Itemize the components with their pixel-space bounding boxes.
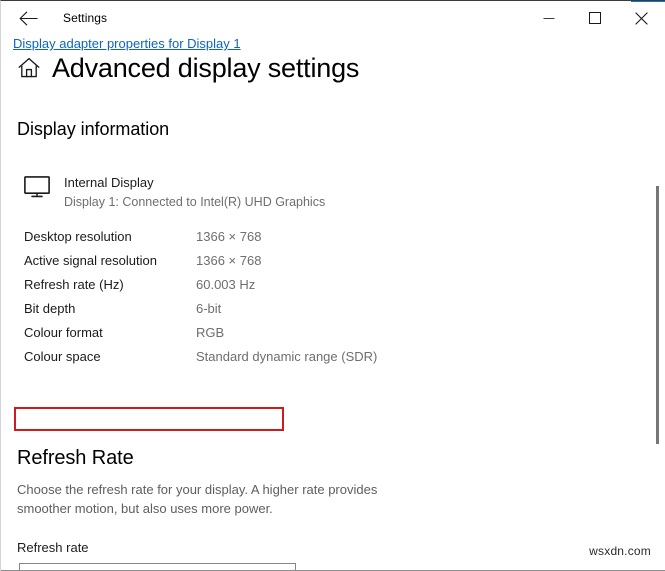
- table-row: Bit depth 6-bit: [24, 297, 444, 321]
- table-row: Colour format RGB: [24, 321, 444, 345]
- info-value: Standard dynamic range (SDR): [196, 348, 377, 366]
- table-row: Desktop resolution 1366 × 768: [24, 225, 444, 249]
- maximize-icon: [589, 12, 601, 24]
- close-button[interactable]: [618, 3, 664, 33]
- settings-page-content: Advanced display settings Display inform…: [1, 33, 665, 571]
- scrollbar[interactable]: [650, 33, 664, 571]
- home-icon[interactable]: [17, 56, 41, 80]
- display-info-table: Desktop resolution 1366 × 768 Active sig…: [24, 225, 444, 369]
- close-icon: [635, 12, 648, 25]
- monitor-icon: [24, 173, 50, 198]
- monitor-subtitle: Display 1: Connected to Intel(R) UHD Gra…: [64, 193, 325, 211]
- watermark: wsxdn.com: [589, 544, 651, 559]
- info-label: Colour space: [24, 348, 196, 366]
- monitor-summary: Internal Display Display 1: Connected to…: [24, 173, 325, 211]
- section-heading-display-information: Display information: [17, 117, 169, 141]
- scrollbar-thumb[interactable]: [656, 186, 659, 444]
- highlight-box: [14, 407, 284, 431]
- back-button[interactable]: [9, 4, 47, 32]
- info-value: RGB: [196, 324, 224, 342]
- back-arrow-icon: [19, 11, 38, 26]
- info-value: 1366 × 768: [196, 252, 261, 270]
- minimize-button[interactable]: [526, 3, 572, 33]
- monitor-name: Internal Display: [64, 173, 325, 192]
- window-title: Settings: [63, 10, 107, 26]
- info-label: Refresh rate (Hz): [24, 276, 196, 294]
- info-label: Colour format: [24, 324, 196, 342]
- section-heading-refresh-rate: Refresh Rate: [17, 445, 134, 471]
- table-row: Refresh rate (Hz) 60.003 Hz: [24, 273, 444, 297]
- info-value: 6-bit: [196, 300, 221, 318]
- page-title: Advanced display settings: [52, 51, 359, 85]
- refresh-rate-description: Choose the refresh rate for your display…: [17, 480, 415, 518]
- display-adapter-properties-link[interactable]: Display adapter properties for Display 1: [13, 35, 241, 53]
- title-bar: Settings: [1, 2, 665, 33]
- table-row: Colour space Standard dynamic range (SDR…: [24, 345, 444, 369]
- minimize-icon: [543, 12, 555, 24]
- info-label: Desktop resolution: [24, 228, 196, 246]
- info-label: Bit depth: [24, 300, 196, 318]
- refresh-rate-field-label: Refresh rate: [17, 539, 89, 557]
- page-header: Advanced display settings: [17, 51, 359, 85]
- maximize-button[interactable]: [572, 3, 618, 33]
- table-row: Active signal resolution 1366 × 768: [24, 249, 444, 273]
- info-value: 1366 × 768: [196, 228, 261, 246]
- info-label: Active signal resolution: [24, 252, 196, 270]
- info-value: 60.003 Hz: [196, 276, 255, 294]
- settings-window: Settings: [0, 0, 665, 571]
